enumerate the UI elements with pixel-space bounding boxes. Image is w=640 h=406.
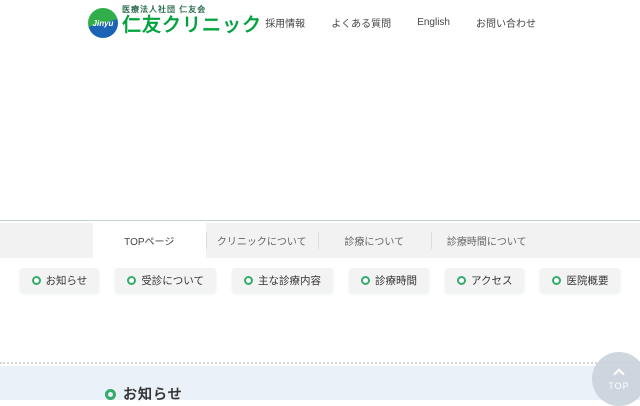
ring-bullet-icon [457,276,466,285]
ring-bullet-icon [361,276,370,285]
clinic-logo[interactable]: Jinyu 医療法人社団 仁友会 仁友クリニック [88,6,262,38]
quick-link-label: 診療時間 [375,273,417,288]
quick-link-access[interactable]: アクセス [445,268,524,292]
logo-clinic-name: 仁友クリニック [122,16,262,35]
nav-link-contact[interactable]: お問い合わせ [476,15,536,30]
site-header: Jinyu 医療法人社団 仁友会 仁友クリニック 採用情報 よくある質問 Eng… [0,0,640,45]
ring-bullet-icon [127,276,136,285]
nav-link-english[interactable]: English [417,17,450,28]
logo-org-name: 医療法人社団 仁友会 [122,6,262,14]
nav-link-recruit[interactable]: 採用情報 [265,15,305,30]
back-to-top-label: TOP [608,381,629,391]
tab-about-clinic[interactable]: クリニックについて [206,223,319,258]
ring-bullet-icon [32,276,41,285]
clinic-logo-mark-icon: Jinyu [88,8,118,38]
tab-bar-accent-line [0,220,640,221]
tab-consultation-hours[interactable]: 診療時間について [431,223,544,258]
ring-bullet-icon [105,389,116,400]
dotted-divider [0,362,640,364]
tab-row: TOPページ クリニックについて 診療について 診療時間について [93,223,543,258]
back-to-top-button[interactable]: TOP [592,352,640,406]
news-heading-text: お知らせ [123,384,183,404]
quick-link-services[interactable]: 主な診療内容 [232,268,333,292]
quick-links-row: お知らせ 受診について 主な診療内容 診療時間 アクセス 医院概要 [0,268,640,292]
tab-top-page[interactable]: TOPページ [93,223,206,258]
quick-link-label: 受診について [141,273,204,288]
quick-link-label: 医院概要 [566,273,608,288]
ring-bullet-icon [244,276,253,285]
nav-link-faq[interactable]: よくある質問 [331,15,391,30]
main-tab-bar: TOPページ クリニックについて 診療について 診療時間について [0,223,640,258]
tab-medical-care[interactable]: 診療について [318,223,431,258]
quick-link-news[interactable]: お知らせ [20,268,100,292]
news-section-heading: お知らせ [105,384,183,404]
quick-link-label: 主な診療内容 [258,273,321,288]
quick-link-visit-info[interactable]: 受診について [115,268,216,292]
quick-link-label: お知らせ [46,273,88,288]
quick-link-hours[interactable]: 診療時間 [349,268,429,292]
chevron-up-icon [613,368,624,379]
ring-bullet-icon [552,276,561,285]
logo-text-block: 医療法人社団 仁友会 仁友クリニック [122,6,262,35]
news-section [0,366,640,400]
utility-nav: 採用情報 よくある質問 English お問い合わせ [265,0,536,45]
hero-image-placeholder [0,45,640,220]
quick-link-label: アクセス [471,273,512,288]
quick-link-overview[interactable]: 医院概要 [540,268,620,292]
